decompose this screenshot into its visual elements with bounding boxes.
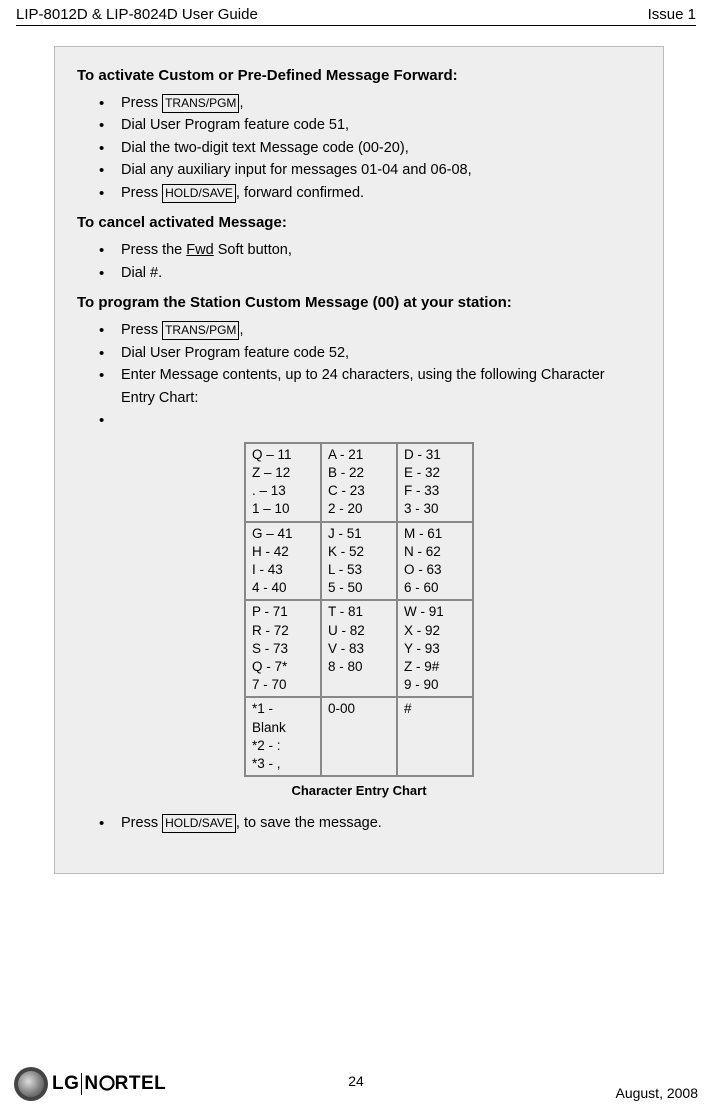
- chart-caption: Character Entry Chart: [77, 783, 641, 798]
- key-trans-pgm: TRANS/PGM: [162, 94, 239, 113]
- text: Press: [121, 815, 162, 831]
- logo-rtel: RTEL: [115, 1073, 167, 1094]
- logo-n: N: [84, 1073, 98, 1094]
- list-item: Press TRANS/PGM,: [121, 319, 641, 341]
- list-item-empty: [121, 409, 641, 431]
- table-cell: D - 31E - 32F - 333 - 30: [397, 443, 473, 522]
- logo-globe-icon: [14, 1067, 48, 1101]
- heading-program: To program the Station Custom Message (0…: [77, 294, 641, 311]
- list-item: Press TRANS/PGM,: [121, 92, 641, 114]
- table-cell: Q – 11Z – 12. – 131 – 10: [245, 443, 321, 522]
- table-cell: *1 -Blank*2 - :*3 - ,: [245, 697, 321, 776]
- page-number: 24: [348, 1073, 364, 1089]
- logo-text: LGN RTEL: [52, 1073, 166, 1095]
- table-cell: A - 21B - 22C - 232 - 20: [321, 443, 397, 522]
- key-trans-pgm: TRANS/PGM: [162, 321, 239, 340]
- header-title: LIP-8012D & LIP-8024D User Guide: [16, 6, 258, 23]
- table-cell: W - 91X - 92Y - 93Z - 9#9 - 90: [397, 600, 473, 697]
- text: Press the: [121, 242, 186, 258]
- list-item: Dial #.: [121, 262, 641, 284]
- list-item: Dial the two-digit text Message code (00…: [121, 137, 641, 159]
- list-save: Press HOLD/SAVE, to save the message.: [77, 812, 641, 834]
- list-cancel: Press the Fwd Soft button, Dial #.: [77, 239, 641, 284]
- key-hold-save: HOLD/SAVE: [162, 184, 236, 203]
- table-row: Q – 11Z – 12. – 131 – 10 A - 21B - 22C -…: [245, 443, 473, 522]
- text: , to save the message.: [236, 815, 382, 831]
- text: ,: [239, 95, 243, 111]
- table-cell: M - 61N - 62O - 636 - 60: [397, 522, 473, 601]
- list-item: Press HOLD/SAVE, forward confirmed.: [121, 182, 641, 204]
- text: ,: [239, 322, 243, 338]
- table-cell: G – 41H - 42I - 434 - 40: [245, 522, 321, 601]
- page-footer: LGN RTEL August, 2008 24: [0, 1049, 712, 1101]
- table-row: P - 71R - 72S - 73Q - 7*7 - 70 T - 81U -…: [245, 600, 473, 697]
- table-cell: 0-00: [321, 697, 397, 776]
- text: Soft button,: [214, 242, 292, 258]
- list-item: Dial User Program feature code 51,: [121, 114, 641, 136]
- instruction-panel: To activate Custom or Pre-Defined Messag…: [54, 46, 664, 874]
- table-cell: T - 81U - 82V - 838 - 80: [321, 600, 397, 697]
- table-cell: #: [397, 697, 473, 776]
- logo-lg: LG: [52, 1073, 79, 1094]
- key-hold-save: HOLD/SAVE: [162, 814, 236, 833]
- soft-button-fwd: Fwd: [186, 242, 213, 258]
- text: Press: [121, 185, 162, 201]
- table-cell: J - 51K - 52L - 535 - 50: [321, 522, 397, 601]
- list-activate: Press TRANS/PGM, Dial User Program featu…: [77, 92, 641, 204]
- table-row: *1 -Blank*2 - :*3 - , 0-00 #: [245, 697, 473, 776]
- table-row: G – 41H - 42I - 434 - 40 J - 51K - 52L -…: [245, 522, 473, 601]
- table-cell: P - 71R - 72S - 73Q - 7*7 - 70: [245, 600, 321, 697]
- header-issue: Issue 1: [648, 6, 696, 23]
- list-item: Dial User Program feature code 52,: [121, 342, 641, 364]
- heading-cancel: To cancel activated Message:: [77, 214, 641, 231]
- list-item: Press the Fwd Soft button,: [121, 239, 641, 261]
- logo: LGN RTEL: [14, 1067, 166, 1101]
- page-header: LIP-8012D & LIP-8024D User Guide Issue 1: [16, 0, 696, 26]
- footer-date: August, 2008: [615, 1085, 698, 1101]
- character-entry-chart: Q – 11Z – 12. – 131 – 10 A - 21B - 22C -…: [77, 442, 641, 778]
- list-program: Press TRANS/PGM, Dial User Program featu…: [77, 319, 641, 431]
- list-item: Enter Message contents, up to 24 charact…: [121, 364, 641, 409]
- logo-circle-o-icon: [99, 1075, 115, 1091]
- text: , forward confirmed.: [236, 185, 364, 201]
- logo-separator-icon: [81, 1073, 82, 1095]
- list-item: Press HOLD/SAVE, to save the message.: [121, 812, 641, 834]
- page: LIP-8012D & LIP-8024D User Guide Issue 1…: [0, 0, 712, 1109]
- list-item: Dial any auxiliary input for messages 01…: [121, 159, 641, 181]
- heading-activate: To activate Custom or Pre-Defined Messag…: [77, 67, 641, 84]
- entry-chart-table: Q – 11Z – 12. – 131 – 10 A - 21B - 22C -…: [244, 442, 474, 778]
- text: Press: [121, 95, 162, 111]
- text: Press: [121, 322, 162, 338]
